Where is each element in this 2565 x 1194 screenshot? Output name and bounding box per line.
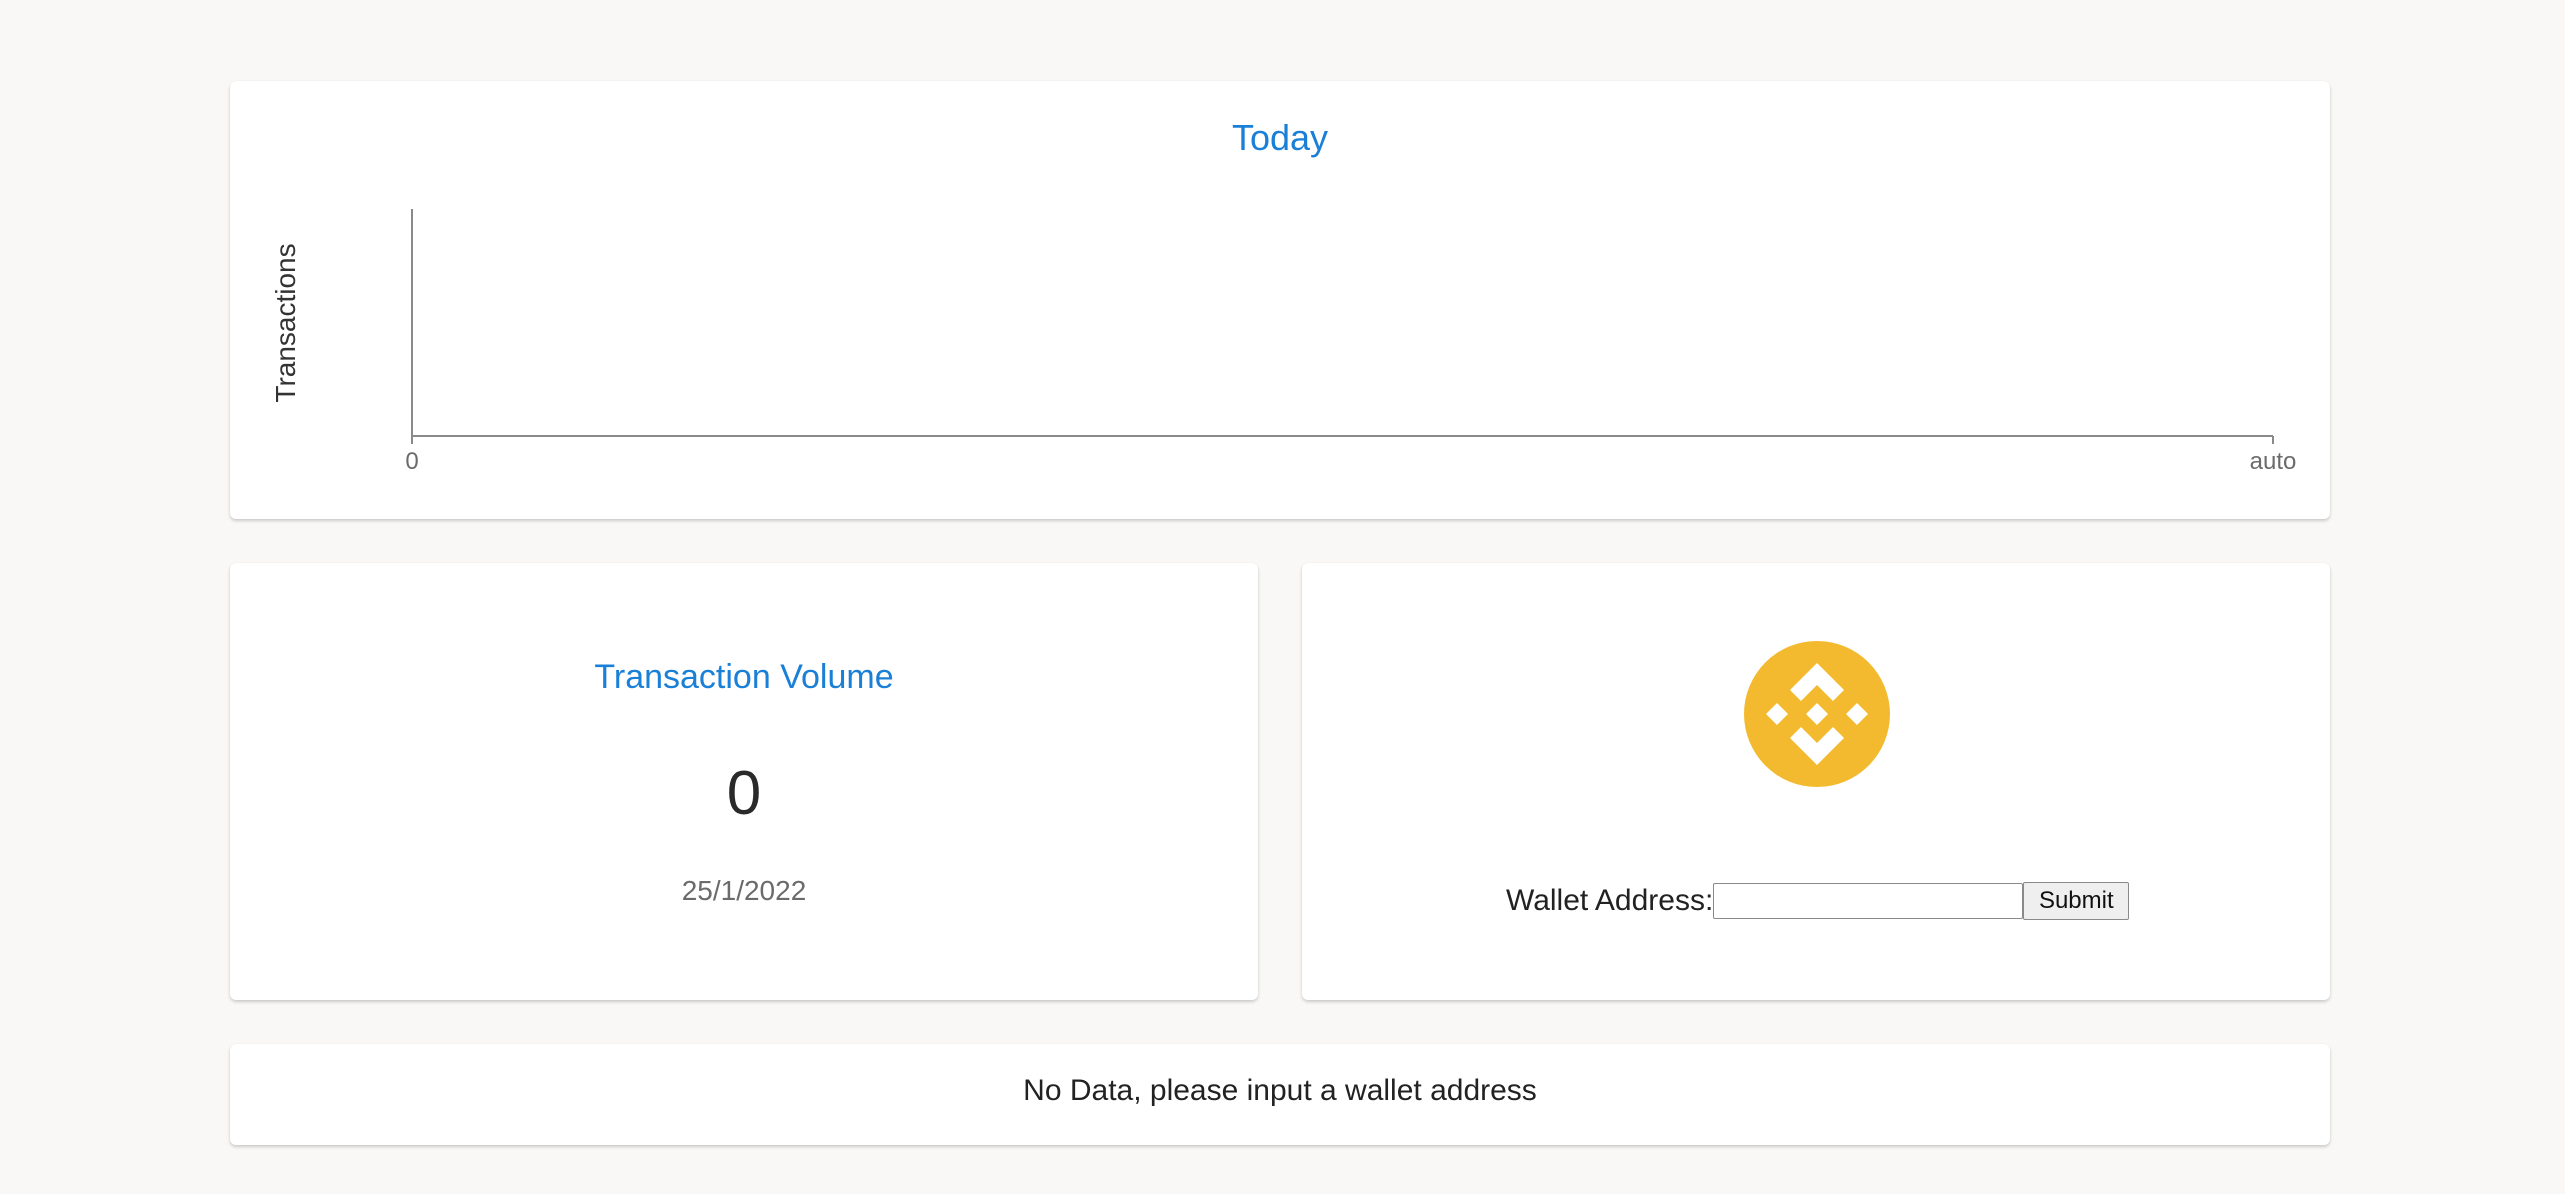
x-tick-label-end: auto	[2250, 448, 2297, 475]
wallet-address-label: Wallet Address:	[1506, 884, 1714, 917]
status-card: No Data, please input a wallet address	[230, 1044, 2330, 1145]
chart-card: Today Transactions 0 auto	[230, 81, 2330, 519]
y-axis-label: Transactions	[270, 243, 301, 402]
wallet-address-input[interactable]	[1713, 883, 2024, 919]
wallet-card: Wallet Address: Submit	[1302, 563, 2330, 1000]
binance-icon	[1744, 641, 1890, 787]
transaction-volume-date: 25/1/2022	[681, 875, 807, 906]
status-message: No Data, please input a wallet address	[1023, 1074, 1537, 1107]
transaction-volume-card: Transaction Volume 0 25/1/2022	[230, 563, 1258, 1000]
wallet-form: Wallet Address: Submit	[1506, 881, 2130, 921]
transaction-volume-value: 0	[726, 759, 762, 828]
submit-button[interactable]: Submit	[2023, 882, 2130, 920]
x-tick-label-start: 0	[405, 448, 418, 475]
transaction-volume-title: Transaction Volume	[594, 658, 894, 696]
transactions-chart: Transactions 0 auto	[270, 209, 2297, 475]
